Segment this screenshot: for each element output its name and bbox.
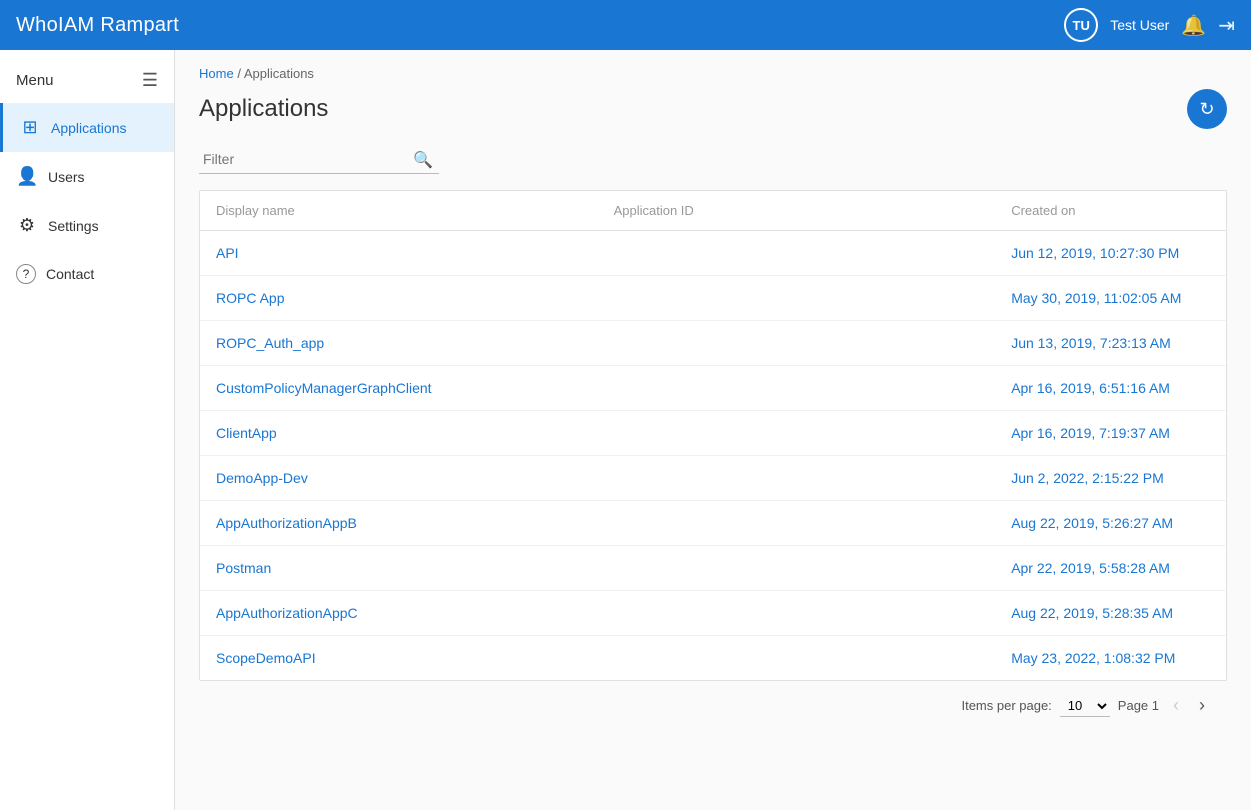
table-row[interactable]: DemoApp-Dev Jun 2, 2022, 2:15:22 PM — [200, 456, 1226, 501]
row-name: DemoApp-Dev — [216, 470, 614, 486]
username-label: Test User — [1110, 17, 1169, 33]
row-name: AppAuthorizationAppB — [216, 515, 614, 531]
row-name: AppAuthorizationAppC — [216, 605, 614, 621]
col-created-on: Created on — [1011, 203, 1210, 218]
filter-container: 🔍 — [199, 145, 439, 174]
menu-header: Menu ☰ — [0, 58, 174, 103]
table-row[interactable]: ScopeDemoAPI May 23, 2022, 1:08:32 PM — [200, 636, 1226, 680]
prev-page-button[interactable]: ‹ — [1167, 693, 1185, 718]
sidebar-item-users[interactable]: 👤 Users — [0, 152, 174, 201]
header-right: TU Test User 🔔 ⇥ — [1064, 8, 1235, 42]
sidebar: Menu ☰ ⊞ Applications 👤 Users ⚙ Settings… — [0, 50, 175, 810]
table-row[interactable]: ROPC App May 30, 2019, 11:02:05 AM — [200, 276, 1226, 321]
row-app-id — [614, 515, 1012, 531]
sidebar-item-settings-label: Settings — [48, 218, 99, 234]
layout: Menu ☰ ⊞ Applications 👤 Users ⚙ Settings… — [0, 50, 1251, 810]
row-created-date: Apr 16, 2019, 7:19:37 AM — [1011, 425, 1210, 441]
table-row[interactable]: API Jun 12, 2019, 10:27:30 PM — [200, 231, 1226, 276]
table-row[interactable]: Postman Apr 22, 2019, 5:58:28 AM — [200, 546, 1226, 591]
row-name: ROPC_Auth_app — [216, 335, 614, 351]
row-name: ClientApp — [216, 425, 614, 441]
col-display-name: Display name — [216, 203, 614, 218]
app-title: WhoIAM Rampart — [16, 14, 179, 37]
users-icon: 👤 — [16, 166, 38, 187]
page-label: Page 1 — [1118, 698, 1159, 713]
breadcrumb: Home / Applications — [199, 66, 1227, 81]
next-page-button[interactable]: › — [1193, 693, 1211, 718]
table-row[interactable]: CustomPolicyManagerGraphClient Apr 16, 2… — [200, 366, 1226, 411]
row-app-id — [614, 335, 1012, 351]
row-created-date: May 23, 2022, 1:08:32 PM — [1011, 650, 1210, 666]
row-name: ScopeDemoAPI — [216, 650, 614, 666]
sidebar-item-contact[interactable]: ? Contact — [0, 250, 174, 298]
row-created-date: Aug 22, 2019, 5:28:35 AM — [1011, 605, 1210, 621]
breadcrumb-current: Applications — [244, 66, 314, 81]
row-created-date: Jun 12, 2019, 10:27:30 PM — [1011, 245, 1210, 261]
row-app-id — [614, 470, 1012, 486]
row-name: CustomPolicyManagerGraphClient — [216, 380, 614, 396]
col-application-id: Application ID — [614, 203, 1012, 218]
sidebar-item-applications[interactable]: ⊞ Applications — [0, 103, 174, 152]
contact-icon: ? — [16, 264, 36, 284]
row-created-date: Apr 16, 2019, 6:51:16 AM — [1011, 380, 1210, 396]
row-app-id — [614, 380, 1012, 396]
sidebar-item-settings[interactable]: ⚙ Settings — [0, 201, 174, 250]
breadcrumb-home[interactable]: Home — [199, 66, 234, 81]
menu-label: Menu — [16, 72, 54, 89]
menu-toggle-icon[interactable]: ☰ — [142, 70, 158, 91]
table-row[interactable]: AppAuthorizationAppC Aug 22, 2019, 5:28:… — [200, 591, 1226, 636]
logout-icon[interactable]: ⇥ — [1218, 13, 1235, 38]
row-created-date: Jun 13, 2019, 7:23:13 AM — [1011, 335, 1210, 351]
main-content: Home / Applications Applications ↻ 🔍 Dis… — [175, 50, 1251, 810]
sidebar-item-contact-label: Contact — [46, 266, 94, 282]
pagination: Items per page: 10 25 50 100 Page 1 ‹ › — [199, 681, 1227, 730]
sidebar-item-users-label: Users — [48, 169, 85, 185]
filter-search-icon: 🔍 — [413, 150, 433, 170]
page-title: Applications — [199, 95, 328, 123]
applications-icon: ⊞ — [19, 117, 41, 138]
filter-input[interactable] — [199, 145, 439, 174]
avatar: TU — [1064, 8, 1098, 42]
table-row[interactable]: ROPC_Auth_app Jun 13, 2019, 7:23:13 AM — [200, 321, 1226, 366]
app-header: WhoIAM Rampart TU Test User 🔔 ⇥ — [0, 0, 1251, 50]
row-app-id — [614, 650, 1012, 666]
row-app-id — [614, 245, 1012, 261]
settings-icon: ⚙ — [16, 215, 38, 236]
row-created-date: May 30, 2019, 11:02:05 AM — [1011, 290, 1210, 306]
row-created-date: Jun 2, 2022, 2:15:22 PM — [1011, 470, 1210, 486]
row-name: Postman — [216, 560, 614, 576]
row-app-id — [614, 560, 1012, 576]
refresh-button[interactable]: ↻ — [1187, 89, 1227, 129]
row-name: ROPC App — [216, 290, 614, 306]
notification-icon[interactable]: 🔔 — [1181, 13, 1206, 38]
table-row[interactable]: ClientApp Apr 16, 2019, 7:19:37 AM — [200, 411, 1226, 456]
table-header: Display name Application ID Created on — [200, 191, 1226, 231]
page-header: Applications ↻ — [199, 89, 1227, 129]
sidebar-item-applications-label: Applications — [51, 120, 127, 136]
row-app-id — [614, 425, 1012, 441]
table-body: API Jun 12, 2019, 10:27:30 PM ROPC App M… — [200, 231, 1226, 680]
items-per-page-select[interactable]: 10 25 50 100 — [1060, 695, 1110, 717]
row-app-id — [614, 605, 1012, 621]
applications-table: Display name Application ID Created on A… — [199, 190, 1227, 681]
table-row[interactable]: AppAuthorizationAppB Aug 22, 2019, 5:26:… — [200, 501, 1226, 546]
row-created-date: Aug 22, 2019, 5:26:27 AM — [1011, 515, 1210, 531]
row-created-date: Apr 22, 2019, 5:58:28 AM — [1011, 560, 1210, 576]
items-per-page-label: Items per page: — [961, 698, 1051, 713]
row-name: API — [216, 245, 614, 261]
row-app-id — [614, 290, 1012, 306]
